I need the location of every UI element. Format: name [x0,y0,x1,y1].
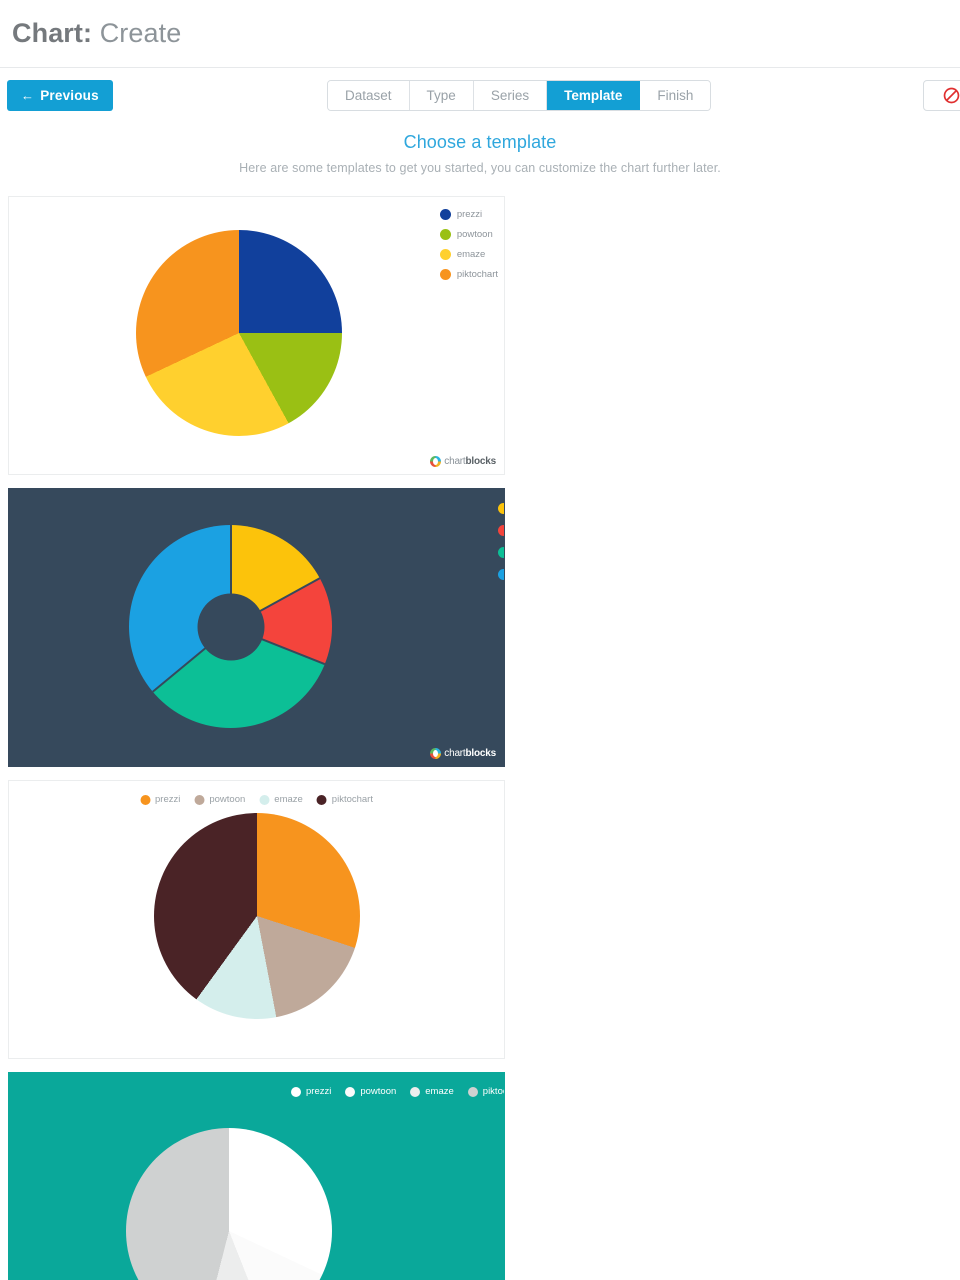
step-type[interactable]: Type [410,81,474,110]
legend-swatch-icon[interactable] [498,569,505,580]
legend-swatch-icon [440,249,451,260]
legend-label: prezzi [155,794,180,805]
donut-hole [197,593,264,660]
step-dataset[interactable]: Dataset [328,81,410,110]
step-template[interactable]: Template [547,81,640,110]
legend-3: prezzi powtoon emaze piktochart [140,794,373,805]
legend-item[interactable]: prezzi [140,794,180,805]
legend-label: prezzi [306,1086,331,1097]
legend-swatch-icon [291,1087,301,1097]
pie-slices [136,230,342,436]
wizard-toolbar: ← Previous Dataset Type Series Template … [0,68,960,126]
step-series[interactable]: Series [474,81,547,110]
previous-button-label: Previous [40,88,99,103]
chartblocks-logo-icon [430,456,441,467]
legend-4: prezzi powtoon emaze piktochart [291,1086,505,1097]
wizard-steps: Dataset Type Series Template Finish [327,80,711,111]
legend-swatch-icon[interactable] [498,525,505,536]
chartblocks-watermark: chartblocks [430,748,496,759]
legend-swatch-icon [345,1087,355,1097]
legend-item[interactable]: powtoon [194,794,245,805]
template-grid: prezzi powtoon emaze piktochart chartblo… [8,196,960,1280]
legend-swatch-icon[interactable] [498,503,505,514]
page-title-strong: Chart: [12,18,92,48]
cancel-button[interactable] [923,80,960,111]
donut-chart-2 [129,525,332,728]
watermark-light: chart [444,748,465,759]
page-title-rest: Create [92,18,181,48]
no-entry-icon [943,87,960,104]
page-header: Chart: Create [0,0,960,68]
chartblocks-logo-icon [430,748,441,759]
legend-swatch-icon [140,795,150,805]
legend-item[interactable]: powtoon [440,229,498,240]
pie-slices [129,525,332,728]
pie-slices [154,813,360,1019]
legend-label: piktochart [483,1086,505,1097]
left-arrow-icon: ← [21,88,34,103]
legend-label: powtoon [360,1086,396,1097]
legend-swatch-icon [440,229,451,240]
pie-chart-1 [136,230,342,436]
legend-label: powtoon [457,229,493,240]
legend-item[interactable]: emaze [410,1086,454,1097]
pie-chart-4 [126,1128,332,1280]
legend-item[interactable]: piktochart [440,269,498,280]
legend-swatch-icon [259,795,269,805]
legend-swatch-icon [410,1087,420,1097]
legend-item[interactable]: emaze [259,794,303,805]
pie-slices [126,1128,332,1280]
legend-label: emaze [457,249,486,260]
legend-swatch-icon [317,795,327,805]
watermark-bold: blocks [466,748,496,759]
legend-item[interactable]: prezzi [291,1086,331,1097]
legend-swatch-icon [440,269,451,280]
legend-swatch-icon [468,1087,478,1097]
template-card-1[interactable]: prezzi powtoon emaze piktochart chartblo… [8,196,505,475]
legend-item[interactable]: piktochart [317,794,373,805]
pie-chart-3 [154,813,360,1019]
legend-swatch-icon [440,209,451,220]
legend-label: piktochart [457,269,498,280]
legend-2 [498,503,505,580]
watermark-bold: blocks [466,456,496,467]
step-finish[interactable]: Finish [640,81,710,110]
legend-item[interactable]: prezzi [440,209,498,220]
previous-button[interactable]: ← Previous [7,80,113,111]
template-card-4[interactable]: prezzi powtoon emaze piktochart [8,1072,505,1280]
legend-item[interactable]: emaze [440,249,498,260]
chartblocks-watermark: chartblocks [430,456,496,467]
legend-label: prezzi [457,209,482,220]
legend-swatch-icon[interactable] [498,547,505,558]
legend-label: emaze [425,1086,454,1097]
legend-label: piktochart [332,794,373,805]
legend-item[interactable]: powtoon [345,1086,396,1097]
legend-label: emaze [274,794,303,805]
template-card-2[interactable]: chartblocks [8,488,505,767]
page-title: Chart: Create [12,18,181,49]
legend-swatch-icon [194,795,204,805]
legend-label: powtoon [209,794,245,805]
legend-item[interactable]: piktochart [468,1086,505,1097]
intro-block: Choose a template Here are some template… [0,126,960,175]
template-card-3[interactable]: prezzi powtoon emaze piktochart [8,780,505,1059]
intro-title: Choose a template [0,132,960,153]
legend-1: prezzi powtoon emaze piktochart [440,209,498,280]
watermark-light: chart [444,456,465,467]
intro-subtitle: Here are some templates to get you start… [0,161,960,175]
